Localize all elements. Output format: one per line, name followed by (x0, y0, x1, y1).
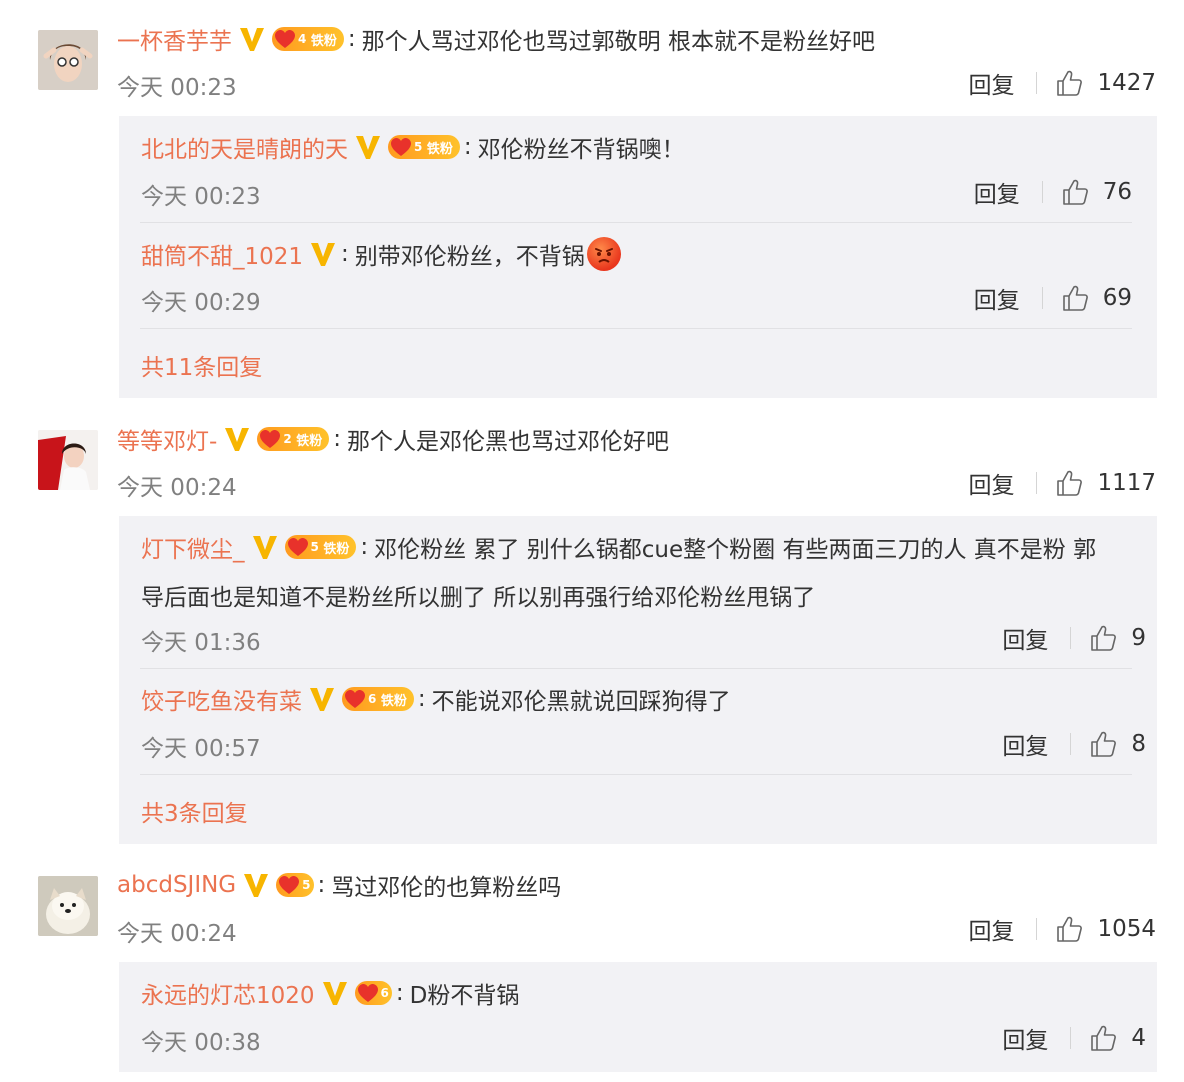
comment-text: 骂过邓伦的也算粉丝吗 (331, 875, 562, 901)
timestamp: 今天 00:23 (141, 184, 261, 210)
verified-v-icon (223, 425, 251, 453)
view-more-replies[interactable]: 共3条回复 (141, 794, 248, 828)
reply-button[interactable]: 回复 (968, 66, 1014, 100)
like-icon[interactable] (1061, 284, 1089, 312)
heart-icon (357, 983, 379, 1003)
heart-icon (259, 429, 281, 449)
timestamp: 今天 00:38 (141, 1030, 261, 1056)
heart-icon (390, 137, 412, 157)
verified-v-icon (321, 979, 349, 1007)
reply-button[interactable]: 回复 (1002, 727, 1048, 761)
timestamp: 今天 00:29 (141, 290, 261, 316)
avatar[interactable] (38, 876, 98, 936)
reply-text: D粉不背锅 (409, 983, 520, 1009)
fan-badge: 5 铁粉 (284, 535, 357, 559)
username[interactable]: 饺子吃鱼没有菜 (141, 682, 302, 716)
fan-badge: 4 铁粉 (272, 27, 344, 51)
like-icon[interactable] (1089, 730, 1117, 758)
verified-v-icon (309, 240, 337, 268)
angry-face-icon (586, 237, 621, 271)
like-count: 9 (1131, 625, 1146, 651)
reply-button[interactable]: 回复 (968, 912, 1014, 946)
avatar[interactable] (38, 30, 98, 90)
fan-badge: 2 铁粉 (257, 427, 330, 451)
timestamp: 今天 00:57 (141, 736, 261, 762)
like-count: 1117 (1097, 470, 1156, 496)
like-icon[interactable] (1055, 915, 1083, 943)
username[interactable]: 甜筒不甜_1021 (141, 237, 303, 271)
like-icon[interactable] (1055, 469, 1083, 497)
timestamp: 今天 01:36 (141, 630, 261, 656)
reply-button[interactable]: 回复 (1002, 1021, 1048, 1055)
like-icon[interactable] (1055, 69, 1083, 97)
reply-button[interactable]: 回复 (974, 175, 1020, 209)
like-count: 1427 (1097, 70, 1156, 96)
reply-text: 别带邓伦粉丝，不背锅 (354, 244, 585, 270)
username[interactable]: 等等邓灯- (117, 422, 217, 456)
like-icon[interactable] (1061, 178, 1089, 206)
verified-v-icon (242, 871, 270, 899)
like-count: 1054 (1097, 916, 1156, 942)
verified-v-icon (308, 685, 336, 713)
timestamp: 今天 00:24 (117, 475, 237, 501)
timestamp: 今天 00:24 (117, 921, 237, 947)
like-count: 4 (1131, 1025, 1146, 1051)
divider (140, 222, 1132, 223)
reply-text: 不能说邓伦黑就说回踩狗得了 (431, 689, 731, 715)
fan-badge: 5 (276, 873, 314, 897)
fan-badge: 6 (354, 981, 392, 1005)
username[interactable]: 一杯香芋芋 (117, 22, 232, 56)
view-more-replies[interactable]: 共11条回复 (141, 348, 262, 382)
avatar[interactable] (38, 430, 98, 490)
reply-list (119, 516, 1157, 844)
divider (140, 328, 1132, 329)
divider (140, 774, 1132, 775)
username[interactable]: 灯下微尘_ (141, 530, 245, 564)
username[interactable]: 永远的灯芯1020 (141, 976, 315, 1010)
comment-text: 那个人是邓伦黑也骂过邓伦好吧 (346, 429, 669, 455)
fan-badge: 5 铁粉 (388, 135, 460, 159)
username[interactable]: 北北的天是晴朗的天 (141, 130, 348, 164)
verified-v-icon (251, 533, 279, 561)
reply-text: 邓伦粉丝 累了 别什么锅都cue整个粉圈 有些两面三刀的人 真不是粉 郭 (374, 537, 1097, 563)
fan-badge: 6 铁粉 (342, 687, 414, 711)
heart-icon (344, 689, 366, 709)
comment-text: 那个人骂过邓伦也骂过郭敬明 根本就不是粉丝好吧 (361, 29, 875, 55)
like-count: 8 (1131, 731, 1146, 757)
reply-button[interactable]: 回复 (974, 281, 1020, 315)
timestamp: 今天 00:23 (117, 75, 237, 101)
like-icon[interactable] (1089, 624, 1117, 652)
verified-v-icon (238, 25, 266, 53)
reply-button[interactable]: 回复 (1002, 621, 1048, 655)
heart-icon (278, 875, 300, 895)
reply-button[interactable]: 回复 (968, 466, 1014, 500)
like-icon[interactable] (1089, 1024, 1117, 1052)
like-count: 76 (1102, 179, 1132, 205)
username[interactable]: abcdSJING (117, 872, 236, 898)
divider (140, 668, 1132, 669)
verified-v-icon (354, 133, 382, 161)
heart-icon (274, 29, 296, 49)
like-count: 69 (1102, 285, 1132, 311)
reply-text-continued: 导后面也是知道不是粉丝所以删了 所以别再强行给邓伦粉丝甩锅了 (141, 585, 816, 611)
reply-text: 邓伦粉丝不背锅噢！ (477, 137, 685, 163)
heart-icon (287, 537, 309, 557)
